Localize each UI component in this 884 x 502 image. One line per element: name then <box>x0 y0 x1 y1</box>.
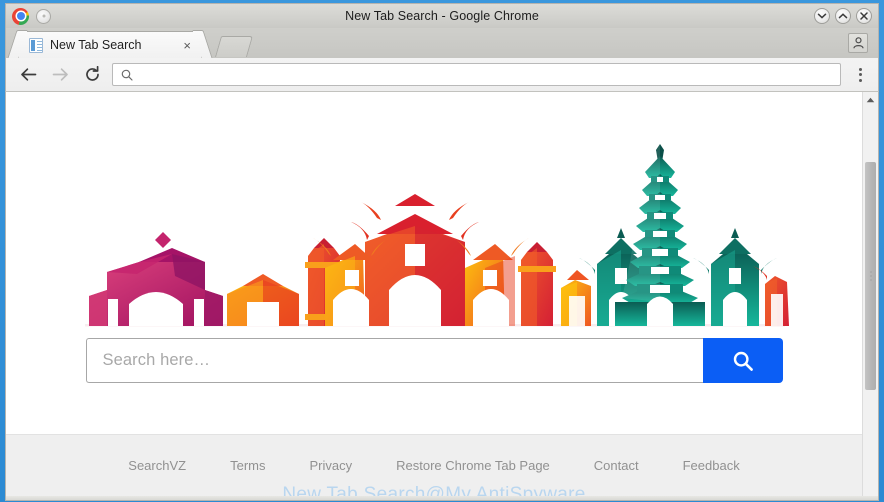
search-submit-button[interactable] <box>702 338 783 383</box>
hero-illustration <box>6 92 862 330</box>
reload-icon <box>85 66 99 81</box>
landmark-orange-small <box>227 274 299 326</box>
chevron-down-icon <box>817 13 827 19</box>
menu-dot <box>858 73 862 76</box>
minimize-button[interactable] <box>814 8 830 24</box>
title-bar-left <box>12 7 102 25</box>
arrow-right-icon <box>52 68 68 81</box>
tab-label: New Tab Search <box>50 38 142 52</box>
window-title: New Tab Search - Google Chrome <box>345 9 539 23</box>
browser-toolbar <box>5 58 879 92</box>
page-favicon-icon <box>29 37 43 53</box>
footer-link-terms[interactable]: Terms <box>230 458 265 473</box>
footer-link-feedback[interactable]: Feedback <box>683 458 740 473</box>
close-button[interactable] <box>856 8 872 24</box>
search-section: Search here… <box>6 330 862 383</box>
arrow-left-icon <box>20 68 36 81</box>
watermark-text: New Tab Search@My AntiSpyware <box>282 484 586 496</box>
landmark-magenta-gate <box>89 232 223 326</box>
reload-button[interactable] <box>80 63 104 87</box>
tab-close-button[interactable]: × <box>181 39 193 52</box>
browser-window: New Tab Search - Google Chrome New Tab S… <box>0 0 884 502</box>
back-button[interactable] <box>16 63 40 87</box>
search-icon <box>733 351 753 371</box>
footer-link-contact[interactable]: Contact <box>594 458 639 473</box>
footer-link-privacy[interactable]: Privacy <box>309 458 352 473</box>
footer-link-restore-chrome-tab-page[interactable]: Restore Chrome Tab Page <box>396 458 550 473</box>
tab-strip: New Tab Search × <box>5 28 879 58</box>
title-bar: New Tab Search - Google Chrome <box>5 3 879 28</box>
user-profile-icon[interactable] <box>848 33 868 53</box>
address-bar[interactable] <box>112 63 841 86</box>
maximize-button[interactable] <box>835 8 851 24</box>
search-box: Search here… <box>85 338 783 383</box>
page-footer: SearchVZ Terms Privacy Restore Chrome Ta… <box>6 434 862 496</box>
window-controls <box>782 8 872 24</box>
landmark-tall-pagoda <box>615 144 705 326</box>
avatar-glyph-icon <box>852 37 864 49</box>
chrome-logo-icon <box>12 7 29 25</box>
tab-new-tab-search[interactable]: New Tab Search × <box>18 31 202 58</box>
menu-dot <box>858 67 862 71</box>
search-input[interactable]: Search here… <box>85 338 703 383</box>
window-menu-icon[interactable] <box>36 8 51 24</box>
landmark-teal-tower-right <box>693 228 777 326</box>
search-icon <box>121 69 133 81</box>
scrollbar-thumb[interactable] <box>865 162 876 390</box>
page-spacer <box>6 383 862 434</box>
menu-dot <box>858 78 862 82</box>
landmark-red-column <box>518 242 556 326</box>
new-tab-search-page: Search here… SearchVZ Terms Privacy Rest <box>6 92 862 496</box>
caret-up-icon <box>866 97 875 103</box>
close-x-icon <box>860 12 868 20</box>
page-viewport: Search here… SearchVZ Terms Privacy Rest <box>5 92 879 496</box>
new-tab-icon[interactable] <box>214 36 254 57</box>
scrollbar-up-button[interactable] <box>863 92 878 108</box>
footer-link-searchvz[interactable]: SearchVZ <box>128 458 186 473</box>
forward-button[interactable] <box>48 63 72 87</box>
chevron-up-icon <box>838 13 848 19</box>
landmark-main-gate <box>313 194 529 326</box>
window-bottom-strip <box>5 496 879 501</box>
vertical-scrollbar[interactable] <box>862 92 878 496</box>
vietnam-skyline-illustration <box>85 144 789 327</box>
scrollbar-grip-icon <box>870 275 871 277</box>
search-placeholder: Search here… <box>102 351 211 369</box>
three-dots-menu-icon[interactable] <box>849 62 871 88</box>
